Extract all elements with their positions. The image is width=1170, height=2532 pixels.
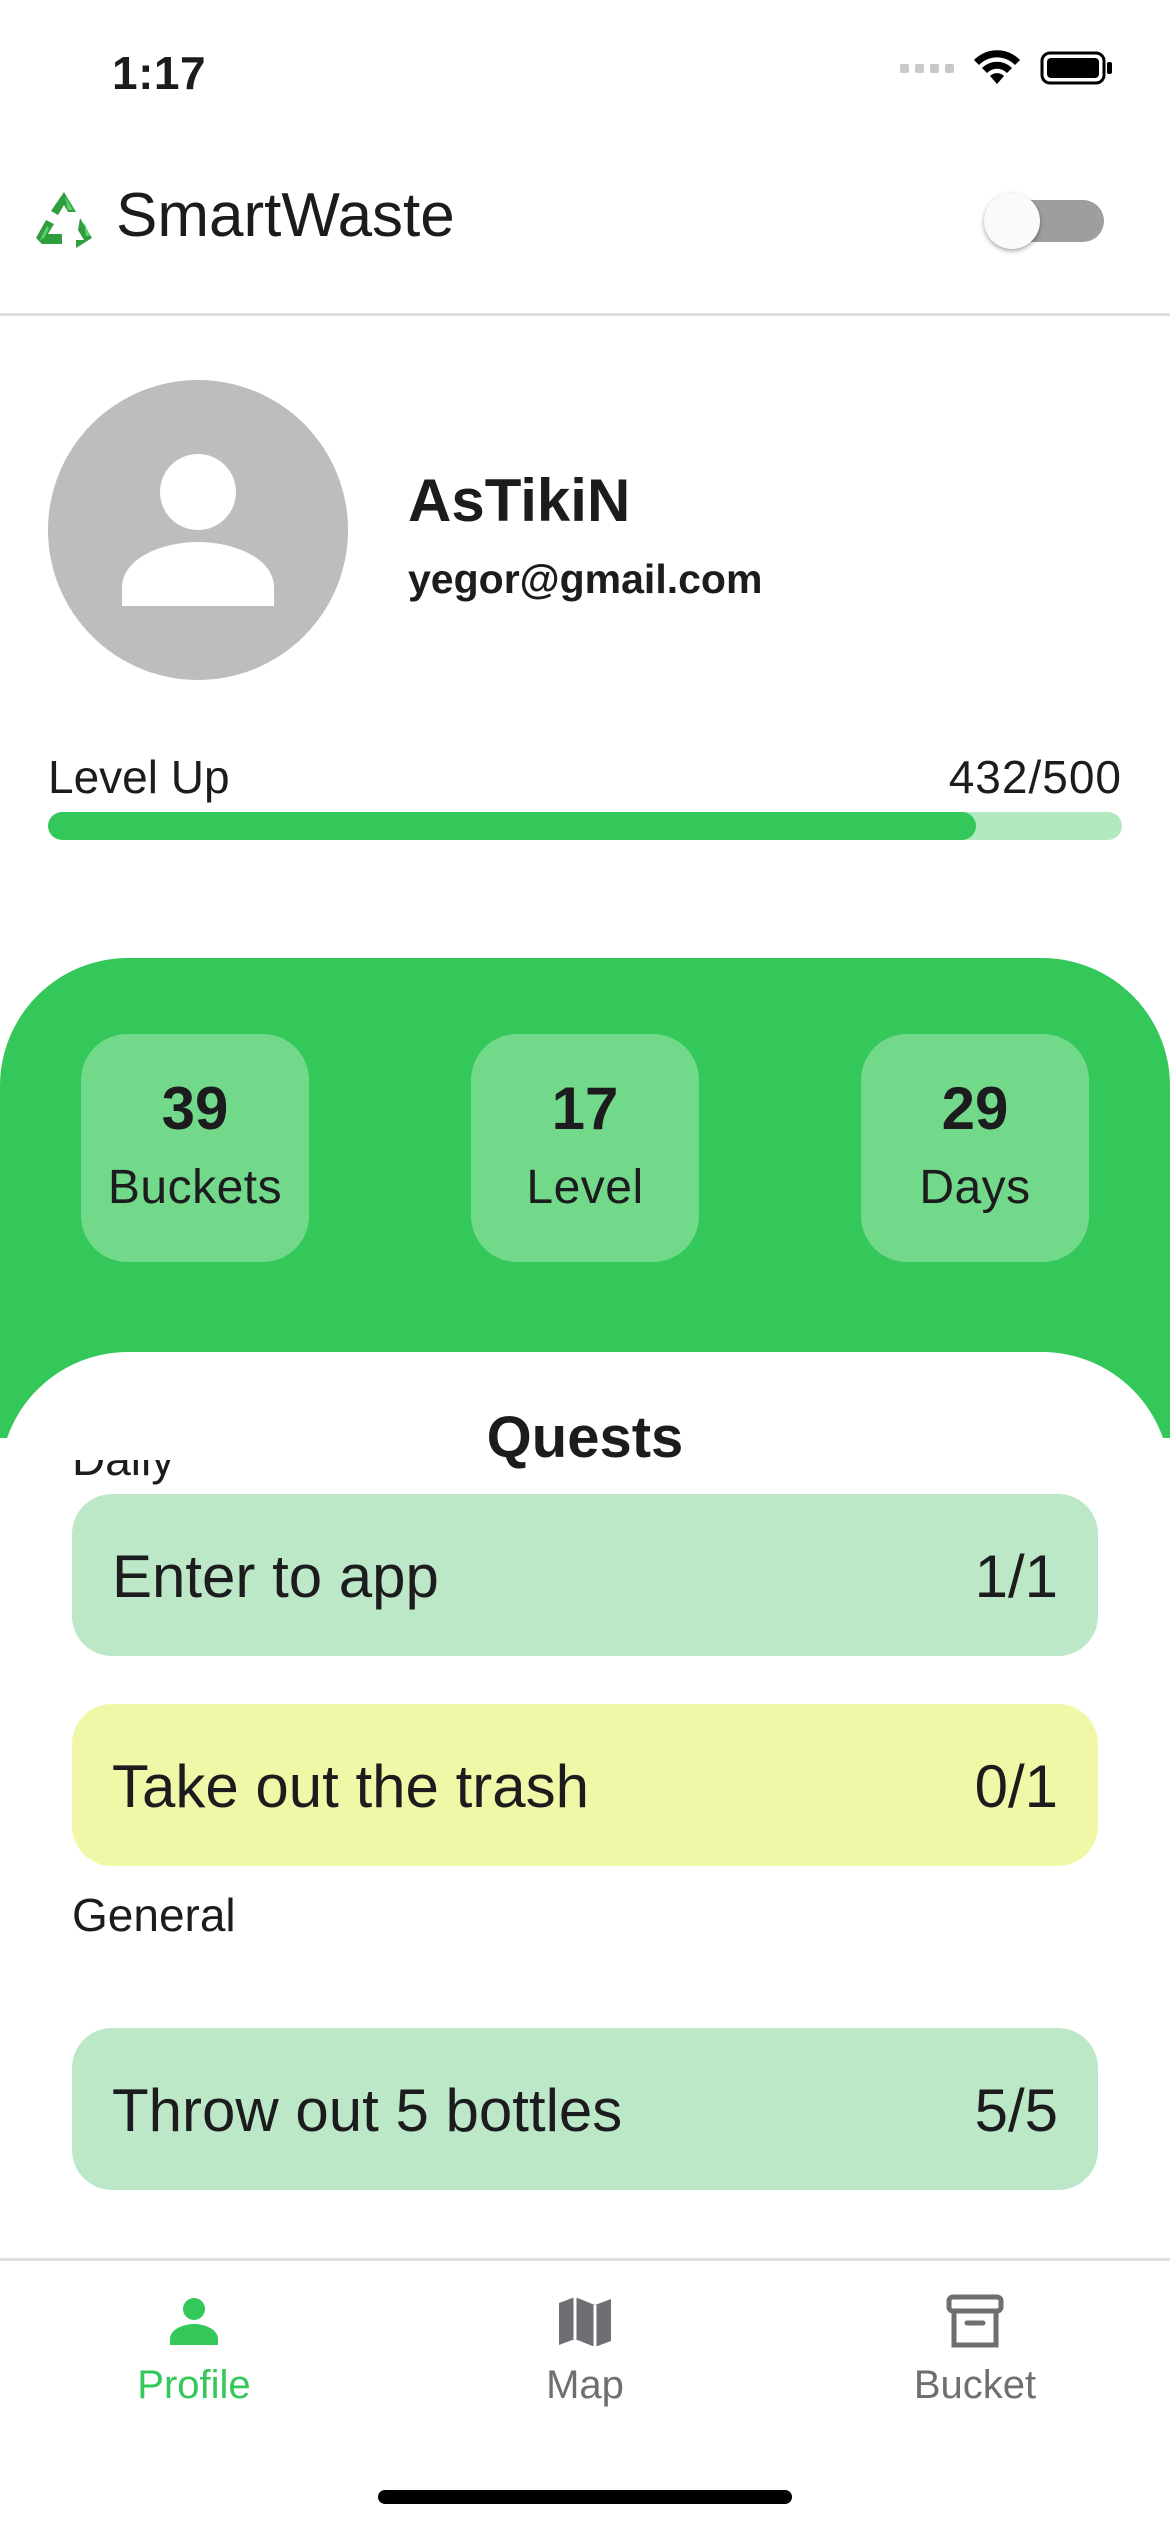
level-progress-bar <box>48 812 1122 840</box>
avatar[interactable] <box>48 380 348 680</box>
recycle-icon <box>36 192 92 248</box>
nav-label: Map <box>546 2363 624 2407</box>
person-icon <box>170 2298 218 2345</box>
quest-row[interactable]: Take out the trash 0/1 <box>72 1704 1098 1866</box>
stat-value: 39 <box>161 1075 229 1142</box>
stat-card-level: 17 Level <box>471 1034 699 1262</box>
theme-toggle[interactable] <box>984 193 1104 249</box>
wifi-icon <box>974 50 1020 84</box>
quest-progress: 1/1 <box>974 1543 1058 1610</box>
quests-list[interactable]: Daily Enter to app 1/1 Take out the tras… <box>0 1460 1170 2260</box>
level-progress-fill <box>48 812 976 840</box>
nav-item-bucket[interactable]: Bucket <box>845 2291 1105 2421</box>
stat-label: Level <box>526 1161 644 1214</box>
app-header: SmartWaste <box>0 150 1170 316</box>
battery-icon <box>1040 51 1112 85</box>
status-bar: 1:17 <box>0 0 1170 140</box>
cellular-signal-icon <box>900 63 954 73</box>
section-label-general: General <box>72 1889 236 1941</box>
status-time: 1:17 <box>112 47 207 99</box>
username: AsTikiN <box>408 467 631 534</box>
quest-name: Take out the trash <box>112 1753 589 1820</box>
person-placeholder-icon <box>122 454 274 606</box>
stat-value: 29 <box>941 1075 1009 1142</box>
stat-value: 17 <box>551 1075 619 1142</box>
toggle-knob <box>984 193 1040 249</box>
quest-progress: 0/1 <box>974 1753 1058 1820</box>
user-email: yegor@gmail.com <box>408 556 763 602</box>
archive-box-icon <box>946 2294 1004 2348</box>
level-up-label: Level Up <box>48 751 230 803</box>
nav-label: Profile <box>137 2363 251 2407</box>
nav-label: Bucket <box>913 2363 1037 2407</box>
nav-item-profile[interactable]: Profile <box>64 2291 324 2421</box>
quest-name: Throw out 5 bottles <box>112 2077 623 2144</box>
profile-screen: 1:17 SmartWaste AsTikiN yegor@gmail.com … <box>0 0 1170 2532</box>
level-up-count: 432/500 <box>948 751 1122 803</box>
stat-label: Buckets <box>107 1161 283 1214</box>
home-indicator <box>378 2490 792 2504</box>
quests-title: Quests <box>486 1405 684 1470</box>
nav-item-map[interactable]: Map <box>455 2291 715 2421</box>
quest-row[interactable]: Enter to app 1/1 <box>72 1494 1098 1656</box>
stat-card-buckets: 39 Buckets <box>81 1034 309 1262</box>
map-icon <box>559 2297 611 2347</box>
quest-name: Enter to app <box>112 1543 439 1610</box>
quest-progress: 5/5 <box>974 2077 1058 2144</box>
status-icons <box>900 50 1114 86</box>
quests-sheet: Quests Daily Enter to app 1/1 Take out t… <box>0 1352 1170 2260</box>
quest-row[interactable]: Throw out 5 bottles 5/5 <box>72 2028 1098 2190</box>
app-title: SmartWaste <box>116 181 455 250</box>
stat-label: Days <box>919 1161 1031 1214</box>
stat-card-days: 29 Days <box>861 1034 1089 1262</box>
